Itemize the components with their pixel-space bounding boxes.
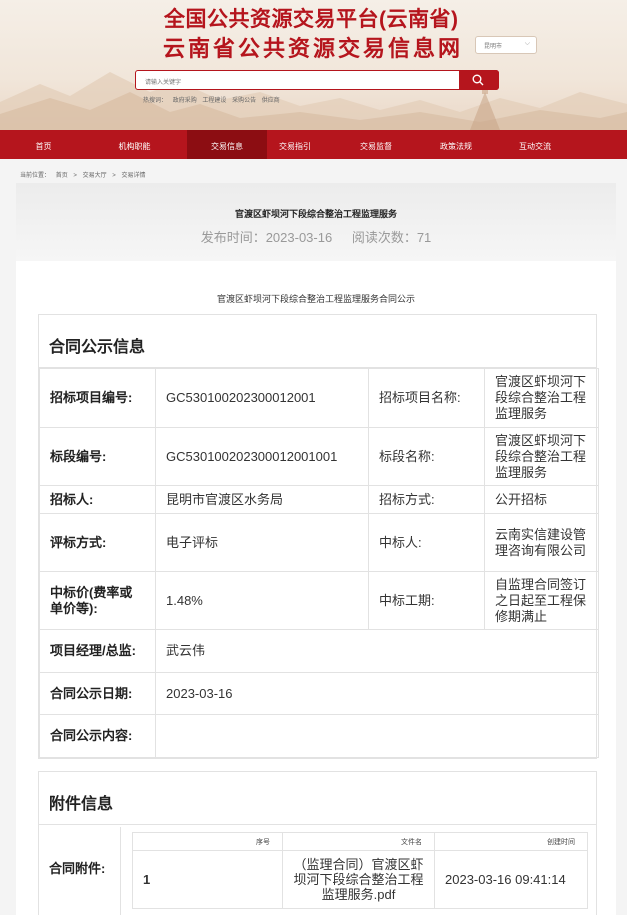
attachment-label-cell: 合同附件: xyxy=(39,827,121,915)
field-value: 1.48% xyxy=(155,571,369,630)
table-row: 合同公示内容: xyxy=(39,714,599,758)
field-value: GC530100202300012001 xyxy=(155,368,369,428)
file-name-link[interactable]: （监理合同）官渡区虾坝河下段综合整治工程监理服务.pdf xyxy=(282,850,435,909)
field-label: 标段编号: xyxy=(39,427,156,486)
field-value: 官渡区虾坝河下段综合整治工程监理服务 xyxy=(484,427,599,486)
field-value: 武云伟 xyxy=(155,629,599,673)
hot-word-link[interactable]: 政府采购 xyxy=(173,98,197,104)
nav-item-interaction[interactable]: 互动交流 xyxy=(505,130,565,159)
search-input[interactable] xyxy=(136,74,456,92)
field-label: 合同公示日期: xyxy=(39,672,156,715)
nav-item-policy[interactable]: 政策法规 xyxy=(426,130,486,159)
field-label: 评标方式: xyxy=(39,513,156,572)
field-value: 公开招标 xyxy=(484,485,599,514)
field-label: 项目经理/总监: xyxy=(39,629,156,673)
search-button[interactable] xyxy=(459,70,499,90)
article-meta: 发布时间：2023-03-16 阅读次数：71 xyxy=(16,227,616,246)
table-row: 中标价(费率或单价等): 1.48% 中标工期: 自监理合同签订之日起至工程保修… xyxy=(39,571,599,630)
section-title: 附件信息 xyxy=(39,772,596,825)
nav-item-supervision[interactable]: 交易监督 xyxy=(346,130,406,159)
breadcrumb-label: 当前位置： xyxy=(20,173,51,179)
column-header: 序号 xyxy=(132,832,283,851)
field-label: 招标项目编号: xyxy=(39,368,156,428)
field-value: 电子评标 xyxy=(155,513,369,572)
hot-word-link[interactable]: 采购公告 xyxy=(232,98,256,104)
file-number: 1 xyxy=(132,850,283,909)
breadcrumb-item[interactable]: 首页 xyxy=(56,173,68,179)
city-select[interactable]: 昆明市 ⌵ xyxy=(475,36,537,54)
breadcrumb-item[interactable]: 交易大厅 xyxy=(83,173,107,179)
breadcrumb-item[interactable]: 交易详情 xyxy=(121,173,145,179)
publish-time: 发布时间：2023-03-16 xyxy=(200,230,333,245)
search-icon xyxy=(472,74,484,86)
field-value: 2023-03-16 xyxy=(155,672,599,715)
site-title-line2: 云南省公共资源交易信息网 xyxy=(163,36,464,61)
field-label: 中标价(费率或单价等): xyxy=(39,571,156,630)
contract-table: 招标项目编号: GC530100202300012001 招标项目名称: 官渡区… xyxy=(39,368,599,758)
article-card: 官渡区虾坝河下段综合整治工程监理服务 发布时间：2023-03-16 阅读次数：… xyxy=(16,183,616,915)
city-select-value: 昆明市 xyxy=(484,44,503,50)
field-label: 招标人: xyxy=(39,485,156,514)
article-subtitle: 官渡区虾坝河下段综合整治工程监理服务合同公示 xyxy=(216,294,415,304)
hot-words-label: 热搜词： xyxy=(143,98,168,104)
search-bar xyxy=(135,70,499,92)
table-row: 评标方式: 电子评标 中标人: 云南实信建设管理咨询有限公司 xyxy=(39,513,599,572)
field-value: GC530100202300012001001 xyxy=(155,427,369,486)
field-value: 官渡区虾坝河下段综合整治工程监理服务 xyxy=(484,368,599,428)
field-label: 合同附件: xyxy=(49,861,106,876)
chevron-down-icon: ⌵ xyxy=(524,40,530,47)
table-row: 合同公示日期: 2023-03-16 xyxy=(39,672,599,715)
breadcrumb-separator: > xyxy=(112,173,116,179)
contract-info-section: 合同公示信息 招标项目编号: GC530100202300012001 招标项目… xyxy=(38,314,599,759)
nav-item-home[interactable]: 首页 xyxy=(0,130,87,159)
file-created-time: 2023-03-16 09:41:14 xyxy=(434,850,588,909)
article-title: 官渡区虾坝河下段综合整治工程监理服务 xyxy=(234,209,397,219)
field-label: 招标项目名称: xyxy=(368,368,485,428)
field-value: 昆明市官渡区水务局 xyxy=(155,485,369,514)
table-row: 标段编号: GC530100202300012001001 标段名称: 官渡区虾… xyxy=(39,427,599,486)
field-label: 招标方式: xyxy=(368,485,485,514)
table-row: 招标人: 昆明市官渡区水务局 招标方式: 公开招标 xyxy=(39,485,599,514)
site-title-line1: 全国公共资源交易平台(云南省) xyxy=(164,8,459,31)
nav-item-institution[interactable]: 机构职能 xyxy=(87,130,182,159)
article-header: 官渡区虾坝河下段综合整治工程监理服务 发布时间：2023-03-16 阅读次数：… xyxy=(16,183,616,261)
field-value: 云南实信建设管理咨询有限公司 xyxy=(484,513,599,572)
column-header: 创建时间 xyxy=(434,832,588,851)
nav-item-trade-info[interactable]: 交易信息 xyxy=(187,130,267,159)
breadcrumb-separator: > xyxy=(73,173,77,179)
attachment-table: 序号 文件名 创建时间 1 （监理合同）官渡区虾坝河下段综合整治工程监理服务.p… xyxy=(132,832,588,909)
field-value: 自监理合同签订之日起至工程保修期满止 xyxy=(484,571,599,630)
nav-item-trade-guide[interactable]: 交易指引 xyxy=(267,130,323,159)
breadcrumb: 当前位置： 首页 > 交易大厅 > 交易详情 xyxy=(20,170,149,179)
field-label: 中标工期: xyxy=(368,571,485,630)
table-row: 1 （监理合同）官渡区虾坝河下段综合整治工程监理服务.pdf 2023-03-1… xyxy=(132,850,588,909)
read-count: 阅读次数：71 xyxy=(351,230,432,245)
main-nav: 首页 机构职能 交易信息 交易指引 交易监督 政策法规 互动交流 xyxy=(0,130,627,159)
site-header: 全国公共资源交易平台(云南省) 云南省公共资源交易信息网 昆明市 ⌵ 热搜词： … xyxy=(0,0,627,130)
table-header-row: 序号 文件名 创建时间 xyxy=(132,832,588,851)
hot-words: 热搜词： 政府采购 工程建设 采购公告 供应商 xyxy=(143,95,284,104)
attachment-section: 附件信息 合同附件: 序号 文件名 创建时间 1 （监理合同）官渡区虾坝河下段综… xyxy=(38,771,597,915)
table-row: 项目经理/总监: 武云伟 xyxy=(39,629,599,673)
table-row: 招标项目编号: GC530100202300012001 招标项目名称: 官渡区… xyxy=(39,368,599,428)
field-label: 中标人: xyxy=(368,513,485,572)
column-header: 文件名 xyxy=(282,832,435,851)
field-value xyxy=(155,714,599,758)
field-label: 标段名称: xyxy=(368,427,485,486)
hot-word-link[interactable]: 工程建设 xyxy=(202,98,226,104)
section-title: 合同公示信息 xyxy=(39,315,596,368)
field-label: 合同公示内容: xyxy=(39,714,156,758)
hot-word-link[interactable]: 供应商 xyxy=(262,98,280,104)
